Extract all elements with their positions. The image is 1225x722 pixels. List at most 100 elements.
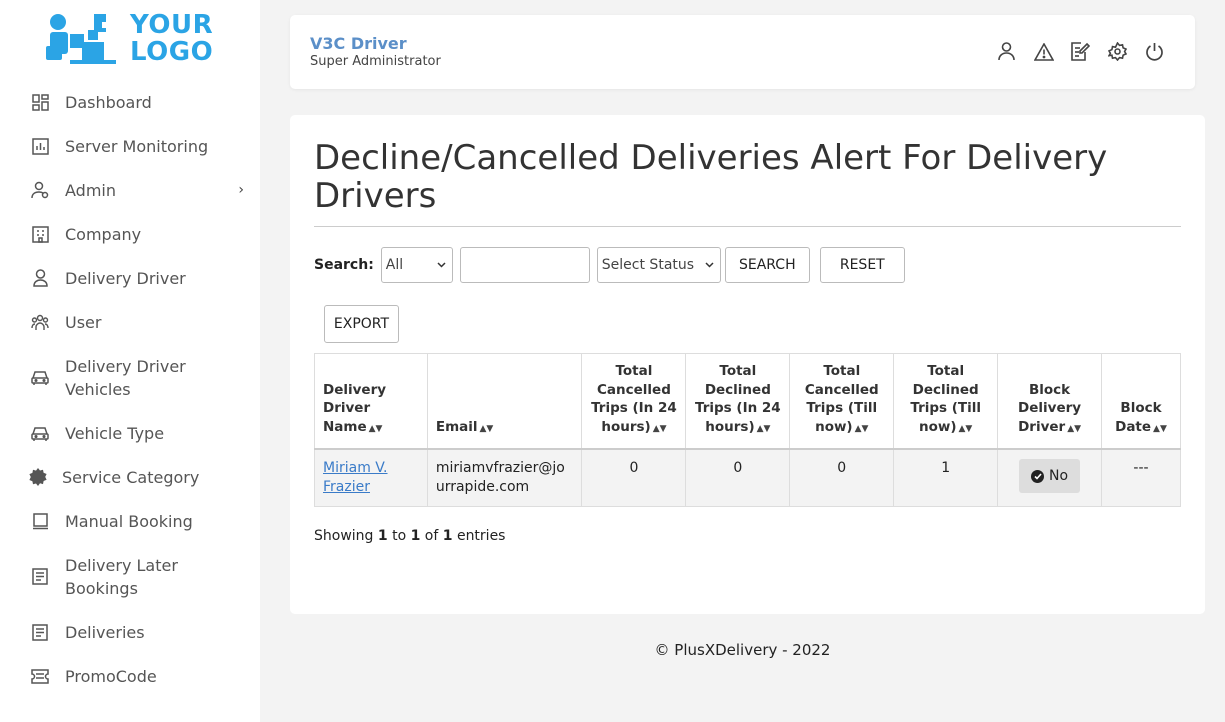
sidebar-item-label: Dashboard: [65, 92, 152, 112]
column-header-email[interactable]: Email ▲▼: [426, 353, 583, 450]
cell-driver-name: Miriam V. Frazier: [314, 448, 428, 507]
dashboard-icon: [30, 92, 50, 112]
sidebar-item-delivery-driver[interactable]: Delivery Driver: [0, 256, 260, 300]
sidebar: YOUR LOGO Dashboard Server Monitoring Ad…: [0, 0, 260, 722]
driver-icon: [30, 268, 50, 288]
gear-badge-icon: [28, 467, 48, 487]
column-header-driver-name[interactable]: Delivery Driver Name ▲▼: [314, 353, 428, 450]
sidebar-item-label: Delivery Later Bookings: [65, 555, 178, 598]
logo-text: YOUR LOGO: [130, 12, 213, 66]
sort-icon: ▲▼: [479, 423, 494, 434]
footer-copyright: © PlusXDelivery - 2022: [654, 641, 831, 659]
column-header-declined-24h[interactable]: Total Declined Trips (In 24 hours) ▲▼: [685, 353, 791, 450]
sort-icon: ▲▼: [756, 423, 771, 434]
cell-declined-total: 1: [893, 448, 999, 507]
cell-block-driver: No: [997, 448, 1102, 507]
list-icon: [30, 622, 50, 642]
chevron-down-icon: [705, 260, 714, 271]
sidebar-item-service-category[interactable]: Service Category: [0, 455, 260, 499]
chevron-right-icon: ›: [238, 182, 244, 198]
sidebar-item-vehicle-type[interactable]: Vehicle Type: [0, 411, 260, 455]
pagination-info: Showing 1 to 1 of 1 entries: [314, 528, 506, 544]
block-driver-button[interactable]: No: [1019, 459, 1081, 493]
sort-icon: ▲▼: [1153, 423, 1167, 434]
car-icon: [30, 368, 50, 388]
search-label: Search:: [314, 257, 374, 273]
user-role: Super Administrator: [310, 54, 441, 69]
column-header-block-driver[interactable]: Block Delivery Driver ▲▼: [997, 353, 1102, 450]
sidebar-item-delivery-later-bookings[interactable]: Delivery Later Bookings: [0, 543, 260, 610]
sidebar-item-label: Delivery Driver Vehicles: [65, 356, 186, 399]
sidebar-item-deliveries[interactable]: Deliveries: [0, 610, 260, 654]
block-driver-value: No: [1049, 467, 1069, 484]
power-icon[interactable]: [1144, 41, 1165, 62]
list-icon: [30, 567, 50, 587]
search-bar: Search: All Select Status SEARCH RESET: [314, 247, 905, 283]
logo-line1: YOUR: [130, 10, 214, 40]
sidebar-item-label: PromoCode: [65, 666, 157, 686]
sort-icon: ▲▼: [1067, 423, 1082, 434]
sort-icon: ▲▼: [854, 423, 869, 434]
cell-cancelled-total: 0: [789, 448, 895, 507]
column-header-cancelled-24h[interactable]: Total Cancelled Trips (In 24 hours) ▲▼: [581, 353, 687, 450]
column-header-declined-total[interactable]: Total Declined Trips (Till now) ▲▼: [893, 353, 999, 450]
sidebar-item-label: Server Monitoring: [65, 136, 209, 156]
sidebar-item-dashboard[interactable]: Dashboard: [0, 80, 260, 124]
sidebar-item-server-monitoring[interactable]: Server Monitoring: [0, 124, 260, 168]
search-button[interactable]: SEARCH: [724, 247, 810, 283]
sidebar-item-label: Service Category: [62, 467, 200, 487]
admin-icon: [30, 180, 50, 200]
settings-icon[interactable]: [1107, 41, 1128, 62]
check-circle-icon: [1031, 469, 1045, 483]
sidebar-item-label: Admin: [65, 180, 116, 200]
status-select[interactable]: Select Status: [596, 247, 721, 283]
logo-line2: LOGO: [130, 37, 214, 67]
sidebar-item-label: Vehicle Type: [65, 423, 165, 443]
chevron-down-icon: [437, 260, 446, 271]
sidebar-item-promocode[interactable]: PromoCode: [0, 654, 260, 698]
cell-block-date: ---: [1101, 448, 1181, 507]
search-field-select[interactable]: All: [380, 247, 453, 283]
sidebar-item-label: Delivery Driver: [65, 268, 186, 288]
user-icon[interactable]: [996, 41, 1017, 62]
reset-button[interactable]: RESET: [819, 247, 905, 283]
building-icon: [30, 224, 50, 244]
main-card: Decline/Cancelled Deliveries Alert For D…: [290, 115, 1205, 614]
alerts-table: Delivery Driver Name ▲▼ Email ▲▼ Total Can…: [314, 353, 1181, 507]
app-title: V3C Driver: [310, 34, 407, 53]
chart-icon: [30, 136, 50, 156]
sidebar-item-user[interactable]: User: [0, 300, 260, 344]
sidebar-item-manual-booking[interactable]: Manual Booking: [0, 499, 260, 543]
warning-icon[interactable]: [1033, 41, 1054, 62]
search-field-select-value: All: [385, 257, 404, 273]
column-header-cancelled-total[interactable]: Total Cancelled Trips (Till now) ▲▼: [789, 353, 895, 450]
booking-icon: [30, 511, 50, 531]
sidebar-item-label: Company: [65, 224, 142, 244]
header-actions: [996, 41, 1165, 62]
sidebar-item-admin[interactable]: Admin ›: [0, 168, 260, 212]
cell-cancelled-24h: 0: [581, 448, 687, 507]
sidebar-item-label: Manual Booking: [65, 511, 193, 531]
sort-icon: ▲▼: [368, 423, 383, 434]
top-header: V3C Driver Super Administrator: [290, 15, 1195, 89]
title-divider: [314, 226, 1181, 227]
sidebar-item-delivery-driver-vehicles[interactable]: Delivery Driver Vehicles: [0, 344, 260, 411]
export-button[interactable]: EXPORT: [324, 305, 399, 343]
driver-name-link[interactable]: Miriam V. Frazier: [323, 460, 388, 495]
column-header-block-date[interactable]: Block Date ▲▼: [1101, 353, 1181, 450]
status-select-value: Select Status: [601, 257, 695, 273]
cell-declined-24h: 0: [685, 448, 791, 507]
car-icon: [30, 423, 50, 443]
logo[interactable]: YOUR LOGO: [44, 12, 219, 70]
edit-icon[interactable]: [1070, 41, 1091, 62]
search-input[interactable]: [459, 247, 590, 283]
table-row: Miriam V. Frazier miriamvfrazier@jourrap…: [314, 448, 1181, 507]
sidebar-item-company[interactable]: Company: [0, 212, 260, 256]
sidebar-nav: Dashboard Server Monitoring Admin › Comp…: [0, 80, 260, 698]
sidebar-item-label: User: [65, 312, 102, 332]
logo-mark-icon: [46, 14, 116, 64]
users-icon: [30, 312, 50, 332]
sort-icon: ▲▼: [958, 423, 973, 434]
sort-icon: ▲▼: [652, 423, 667, 434]
ticket-icon: [30, 666, 50, 686]
